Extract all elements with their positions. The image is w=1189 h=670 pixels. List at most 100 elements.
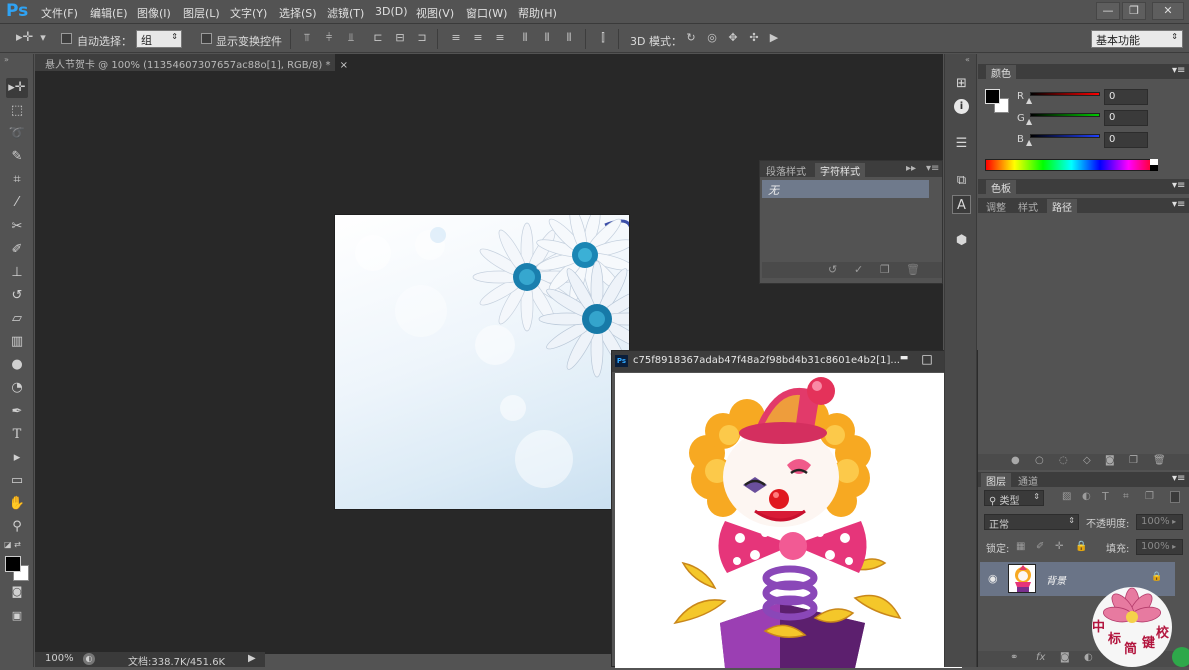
tab-paragraph-styles[interactable]: 段落样式: [766, 163, 806, 178]
brush-tool-icon[interactable]: ✐: [6, 240, 28, 260]
filter-toggle[interactable]: [1170, 491, 1180, 503]
healing-brush-tool-icon[interactable]: ✂: [6, 217, 28, 237]
link-layers-icon[interactable]: ⚭: [1010, 652, 1018, 663]
zoom-level[interactable]: 100%: [45, 653, 74, 664]
red-slider[interactable]: [1030, 92, 1100, 96]
properties-icon[interactable]: ☰: [952, 134, 971, 153]
character-styles-icon[interactable]: A: [952, 195, 971, 214]
close-tab-icon[interactable]: ×: [340, 60, 348, 71]
make-work-path-icon[interactable]: ◇: [1083, 455, 1091, 466]
drag-3d-icon[interactable]: ✥: [726, 31, 740, 45]
distribute-left-icon[interactable]: ⦀: [518, 31, 532, 45]
type-tool-icon[interactable]: T: [6, 425, 28, 445]
dodge-tool-icon[interactable]: ◔: [6, 378, 28, 398]
color-panel-title[interactable]: 颜色: [986, 65, 1016, 80]
document-tab[interactable]: 悬人节贺卡 @ 100% (11354607307657ac88o[1], RG…: [35, 54, 348, 71]
auto-select-checkbox[interactable]: [61, 33, 72, 44]
delete-path-icon[interactable]: 🗑: [1153, 455, 1166, 466]
crop-tool-icon[interactable]: ⌗: [6, 170, 28, 190]
collapse-icon[interactable]: «: [965, 55, 970, 64]
scale-3d-icon[interactable]: ▶: [767, 31, 781, 45]
status-info-icon[interactable]: ◐: [83, 653, 95, 665]
info-icon[interactable]: i: [954, 99, 969, 114]
lock-transparent-icon[interactable]: ▦: [1016, 541, 1025, 552]
distribute-hcenter-icon[interactable]: ⦀: [540, 31, 554, 45]
tab-layers[interactable]: 图层: [981, 473, 1011, 488]
lock-pixels-icon[interactable]: ✐: [1036, 541, 1044, 552]
clone-stamp-tool-icon[interactable]: ⊥: [6, 263, 28, 283]
rotate-3d-icon[interactable]: ↻: [684, 31, 698, 45]
align-hcenter-icon[interactable]: ⊟: [393, 31, 407, 45]
distribute-bottom-icon[interactable]: ≡: [493, 31, 507, 45]
marquee-tool-icon[interactable]: ⬚: [6, 101, 28, 121]
tab-paths[interactable]: 路径: [1047, 199, 1077, 214]
menu-image[interactable]: 图像(I): [137, 5, 171, 21]
path-select-tool-icon[interactable]: ▸: [6, 448, 28, 468]
fill-input[interactable]: 100% ▸: [1136, 539, 1183, 555]
history-icon[interactable]: ⊞: [952, 74, 971, 93]
panel-menu-icon[interactable]: ▾≡: [926, 163, 939, 174]
new-style-icon[interactable]: ❐: [880, 263, 890, 276]
history-brush-tool-icon[interactable]: ↺: [6, 286, 28, 306]
quick-select-tool-icon[interactable]: ✎: [6, 147, 28, 167]
image-window-titlebar[interactable]: Ps c75f8918367adab47f48a2f98bd4b31c8601e…: [612, 351, 977, 372]
slider-handle-icon[interactable]: ▲: [1026, 96, 1032, 105]
layer-style-icon[interactable]: fx: [1036, 652, 1045, 663]
floating-image-window[interactable]: Ps c75f8918367adab47f48a2f98bd4b31c8601e…: [611, 350, 978, 668]
show-transform-checkbox[interactable]: [201, 33, 212, 44]
swatches-panel-title[interactable]: 色板: [986, 180, 1016, 195]
tab-character-styles[interactable]: 字符样式: [815, 163, 865, 178]
chevron-down-icon[interactable]: ▾: [38, 31, 48, 45]
3d-cube-icon[interactable]: ⬢: [952, 231, 971, 250]
tab-channels[interactable]: 通道: [1018, 473, 1038, 488]
paragraph-icon[interactable]: ⧉: [952, 171, 971, 190]
slider-handle-icon[interactable]: ▲: [1026, 117, 1032, 126]
align-bottom-icon[interactable]: ⫫: [344, 31, 358, 45]
blur-tool-icon[interactable]: ●: [6, 355, 28, 375]
move-tool-preset-icon[interactable]: ▸✛: [16, 31, 33, 45]
layer-name[interactable]: 背景: [1046, 572, 1066, 587]
roll-3d-icon[interactable]: ◎: [705, 31, 719, 45]
collapse-icon[interactable]: »: [4, 55, 9, 64]
blue-value-input[interactable]: 0: [1104, 132, 1148, 148]
menu-3d[interactable]: 3D(D): [375, 5, 408, 18]
fill-path-icon[interactable]: ●: [1011, 455, 1020, 466]
slider-handle-icon[interactable]: ▲: [1026, 138, 1032, 147]
auto-align-icon[interactable]: ⫿: [596, 31, 610, 45]
green-value-input[interactable]: 0: [1104, 110, 1148, 126]
blend-mode-dropdown[interactable]: 正常 ⇕: [984, 514, 1079, 531]
tab-adjustments[interactable]: 调整: [986, 199, 1006, 214]
gradient-tool-icon[interactable]: ▥: [6, 332, 28, 352]
clear-override-icon[interactable]: ↺: [828, 263, 837, 276]
opacity-input[interactable]: 100% ▸: [1136, 514, 1183, 530]
document-canvas[interactable]: [334, 214, 630, 510]
eraser-tool-icon[interactable]: ▱: [6, 309, 28, 329]
panel-menu-icon[interactable]: ▾≡: [1172, 65, 1185, 76]
screen-mode-icon[interactable]: ▣: [6, 606, 28, 626]
status-menu-arrow-icon[interactable]: ▶: [248, 653, 256, 664]
menu-view[interactable]: 视图(V): [416, 5, 454, 21]
panel-menu-icon[interactable]: ▾≡: [1172, 180, 1185, 191]
panel-collapse-icon[interactable]: ▸▸: [906, 163, 916, 174]
filter-adjustment-icon[interactable]: ◐: [1082, 491, 1091, 502]
filter-pixel-icon[interactable]: ▨: [1062, 491, 1071, 502]
lasso-tool-icon[interactable]: ➰: [6, 124, 28, 144]
distribute-right-icon[interactable]: ⦀: [562, 31, 576, 45]
red-value-input[interactable]: 0: [1104, 89, 1148, 105]
distribute-top-icon[interactable]: ≡: [449, 31, 463, 45]
clown-image-canvas[interactable]: [615, 373, 962, 668]
panel-menu-icon[interactable]: ▾≡: [1172, 473, 1185, 484]
app-restore-button[interactable]: ❐: [1122, 2, 1146, 20]
panel-menu-icon[interactable]: ▾≡: [1172, 199, 1185, 210]
move-tool-icon[interactable]: ▸✛: [6, 78, 28, 98]
filter-smart-object-icon[interactable]: ❐: [1145, 491, 1154, 502]
menu-layer[interactable]: 图层(L): [183, 5, 220, 21]
app-close-button[interactable]: ✕: [1152, 2, 1184, 20]
tab-styles[interactable]: 样式: [1018, 199, 1038, 214]
green-slider[interactable]: [1030, 113, 1100, 117]
menu-file[interactable]: 文件(F): [41, 5, 78, 21]
add-layer-mask-icon[interactable]: ◙: [1060, 652, 1070, 663]
blue-slider[interactable]: [1030, 134, 1100, 138]
filter-shape-icon[interactable]: ⌗: [1123, 491, 1129, 502]
add-mask-icon[interactable]: ◙: [1105, 455, 1115, 466]
